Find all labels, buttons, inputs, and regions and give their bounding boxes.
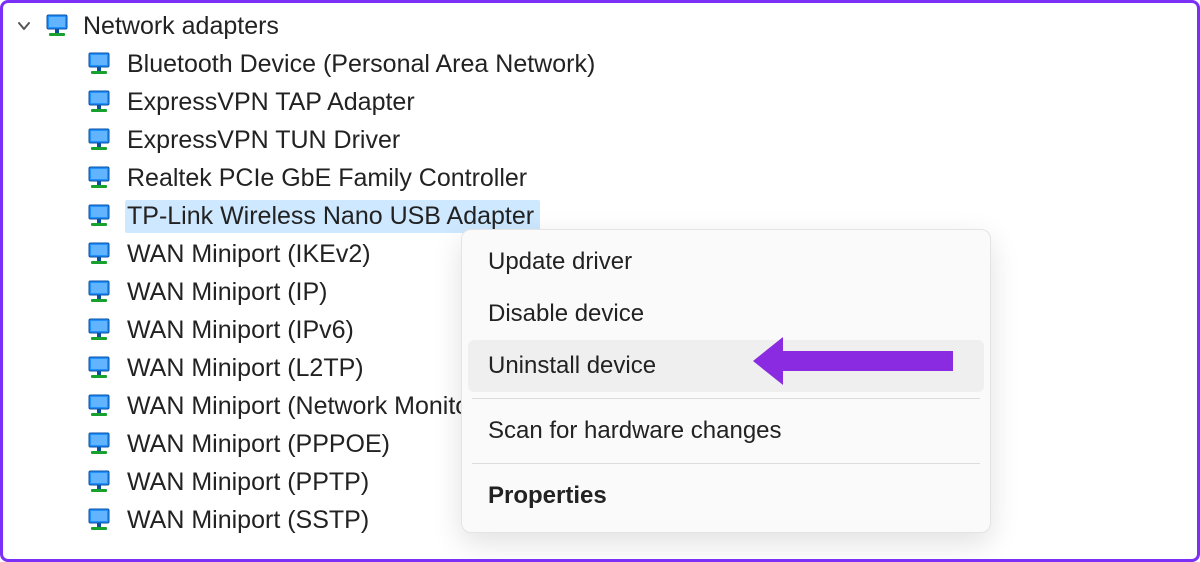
device-manager-frame: Network adapters Bluetooth Device (Perso… [0, 0, 1200, 562]
network-adapter-icon [83, 124, 115, 156]
network-adapter-icon [83, 314, 115, 346]
device-row[interactable]: Bluetooth Device (Personal Area Network) [83, 45, 1197, 83]
device-label: WAN Miniport (IKEv2) [125, 238, 377, 271]
device-row[interactable]: ExpressVPN TAP Adapter [83, 83, 1197, 121]
network-adapter-icon [83, 276, 115, 308]
device-label: ExpressVPN TAP Adapter [125, 86, 421, 119]
network-adapter-icon [83, 238, 115, 270]
network-adapter-icon [83, 428, 115, 460]
network-adapter-icon [83, 466, 115, 498]
menu-separator [472, 463, 980, 464]
device-row[interactable]: ExpressVPN TUN Driver [83, 121, 1197, 159]
menu-item[interactable]: Properties [468, 470, 984, 522]
device-label: Realtek PCIe GbE Family Controller [125, 162, 533, 195]
network-adapter-icon [83, 504, 115, 536]
device-label: WAN Miniport (IP) [125, 276, 333, 309]
network-adapter-icon [83, 200, 115, 232]
device-label: TP-Link Wireless Nano USB Adapter [125, 200, 540, 233]
device-label: WAN Miniport (L2TP) [125, 352, 370, 385]
device-label: WAN Miniport (SSTP) [125, 504, 375, 537]
network-adapter-icon [83, 352, 115, 384]
network-adapter-icon [83, 162, 115, 194]
device-label: WAN Miniport (Network Monitor) [125, 390, 492, 423]
menu-separator [472, 398, 980, 399]
category-network-adapters[interactable]: Network adapters [15, 7, 1197, 45]
category-label: Network adapters [83, 12, 279, 41]
menu-item[interactable]: Uninstall device [468, 340, 984, 392]
device-label: WAN Miniport (IPv6) [125, 314, 360, 347]
device-label: WAN Miniport (PPPOE) [125, 428, 396, 461]
network-adapter-icon [41, 10, 73, 42]
menu-item[interactable]: Scan for hardware changes [468, 405, 984, 457]
device-label: Bluetooth Device (Personal Area Network) [125, 48, 601, 81]
menu-item[interactable]: Update driver [468, 236, 984, 288]
device-label: WAN Miniport (PPTP) [125, 466, 375, 499]
network-adapter-icon [83, 390, 115, 422]
network-adapter-icon [83, 86, 115, 118]
network-adapter-icon [83, 48, 115, 80]
device-label: ExpressVPN TUN Driver [125, 124, 406, 157]
menu-item[interactable]: Disable device [468, 288, 984, 340]
device-row[interactable]: Realtek PCIe GbE Family Controller [83, 159, 1197, 197]
chevron-down-icon[interactable] [15, 17, 33, 35]
context-menu: Update driverDisable deviceUninstall dev… [461, 229, 991, 533]
